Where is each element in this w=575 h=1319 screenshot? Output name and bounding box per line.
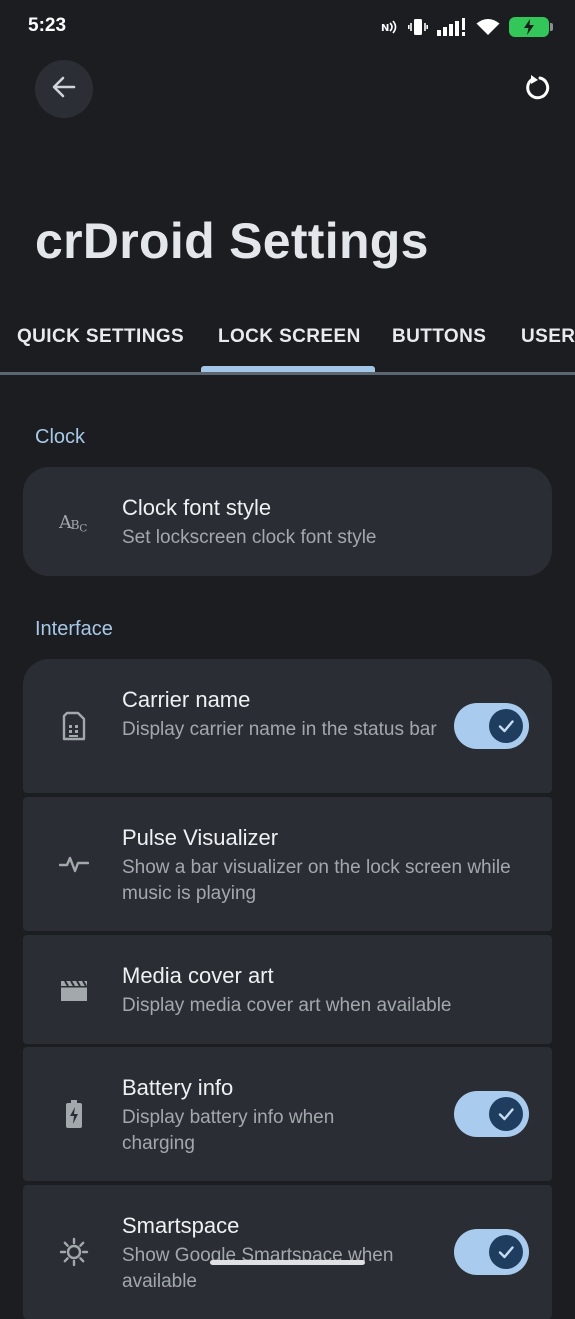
pref-clock-font-style[interactable]: ABC Clock font style Set lockscreen cloc… [23, 467, 552, 576]
pref-subtitle: Display battery info when charging [122, 1107, 335, 1154]
switch-thumb [489, 1097, 523, 1131]
pref-title: Media cover art [122, 963, 274, 988]
tabs-divider [0, 372, 575, 375]
sim-card-icon [59, 711, 89, 741]
carrier-name-switch[interactable] [454, 703, 529, 749]
svg-text:C: C [79, 523, 87, 535]
battery-info-switch[interactable] [454, 1091, 529, 1137]
pref-subtitle: Show a bar visualizer on the lock screen… [122, 857, 511, 904]
pref-title: Clock font style [122, 495, 272, 520]
nfc-icon: N [381, 20, 399, 34]
status-icons: N [381, 16, 553, 38]
pref-title: Carrier name [122, 687, 251, 712]
page-title: crDroid Settings [35, 213, 429, 269]
vibrate-icon [408, 18, 428, 36]
movie-icon [59, 975, 89, 1005]
pref-media-cover-art[interactable]: Media cover art Display media cover art … [23, 935, 552, 1044]
pref-subtitle: Show Google Smartspace when available [122, 1245, 394, 1292]
pref-title: Smartspace [122, 1213, 240, 1238]
battery-charging-icon [59, 1099, 89, 1129]
svg-text:B: B [70, 518, 79, 532]
reset-icon [523, 73, 553, 108]
pref-subtitle: Display carrier name in the status bar [122, 719, 437, 740]
section-header-interface: Interface [35, 618, 113, 640]
pref-subtitle: Set lockscreen clock font style [122, 527, 377, 548]
pulse-icon [59, 849, 89, 879]
pref-title: Pulse Visualizer [122, 825, 279, 850]
tab-buttons[interactable]: BUTTONS [392, 312, 486, 370]
tab-quick-settings[interactable]: QUICK SETTINGS [17, 312, 184, 370]
smartspace-icon [59, 1237, 89, 1267]
status-bar: 5:23 N [0, 0, 575, 54]
switch-thumb [489, 1235, 523, 1269]
tab-bar: QUICK SETTINGS LOCK SCREEN BUTTONS USER [0, 312, 575, 374]
section-header-clock: Clock [35, 426, 86, 448]
svg-text:N: N [381, 23, 389, 34]
pref-battery-info[interactable]: Battery info Display battery info when c… [23, 1047, 552, 1181]
tab-user[interactable]: USER [521, 312, 575, 370]
smartspace-switch[interactable] [454, 1229, 529, 1275]
font-style-icon: ABC [59, 507, 89, 537]
back-button[interactable] [35, 60, 93, 118]
gesture-navigation-bar[interactable] [210, 1260, 365, 1265]
pref-carrier-name[interactable]: Carrier name Display carrier name in the… [23, 659, 552, 793]
check-icon [498, 720, 514, 733]
pref-title: Battery info [122, 1075, 234, 1100]
status-time: 5:23 [28, 15, 67, 36]
check-icon [498, 1246, 514, 1259]
signal-icon [437, 18, 467, 36]
pref-smartspace[interactable]: Smartspace Show Google Smartspace when a… [23, 1185, 552, 1319]
tab-lock-screen[interactable]: LOCK SCREEN [218, 312, 361, 370]
pref-pulse-visualizer[interactable]: Pulse Visualizer Show a bar visualizer o… [23, 797, 552, 931]
check-icon [498, 1108, 514, 1121]
switch-thumb [489, 709, 523, 743]
arrow-left-icon [50, 73, 78, 106]
pref-subtitle: Display media cover art when available [122, 995, 452, 1016]
wifi-icon [476, 18, 500, 36]
reset-button[interactable] [514, 66, 562, 114]
battery-icon [509, 17, 553, 37]
